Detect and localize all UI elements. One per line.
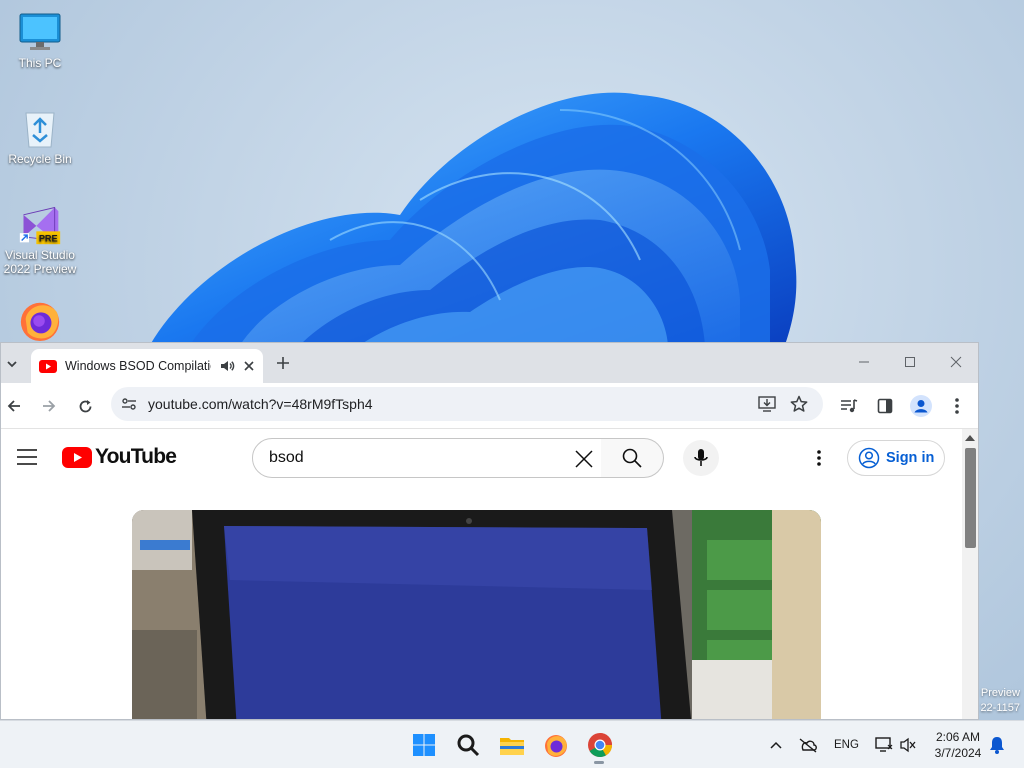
- clear-search-icon[interactable]: [573, 448, 595, 470]
- maximize-icon: [905, 357, 915, 367]
- search-icon: [457, 734, 480, 757]
- scroll-thumb[interactable]: [965, 448, 976, 548]
- youtube-page: YouTube bsod Sign in: [1, 429, 978, 719]
- plus-icon: [277, 357, 289, 369]
- recycle-bin-icon: [18, 106, 62, 150]
- running-app-indicator: [594, 761, 604, 764]
- youtube-search-input[interactable]: bsod: [252, 438, 602, 478]
- notifications-button[interactable]: [987, 735, 1007, 755]
- desktop-icon-label: Recycle Bin: [8, 152, 72, 166]
- youtube-logo-text: YouTube: [95, 445, 177, 468]
- video-player[interactable]: [132, 510, 821, 719]
- close-window-button[interactable]: [941, 351, 971, 373]
- system-clock[interactable]: 2:06 AM 3/7/2024: [928, 729, 988, 761]
- monitor-icon: [18, 10, 62, 54]
- bell-icon: [990, 737, 1004, 754]
- media-controls-icon[interactable]: [837, 394, 861, 418]
- firefox-icon: [18, 298, 62, 342]
- start-button[interactable]: [410, 731, 438, 759]
- maximize-button[interactable]: [895, 351, 925, 373]
- desktop-icon-label: This PC: [18, 56, 62, 70]
- taskbar-search-button[interactable]: [454, 731, 482, 759]
- youtube-logo[interactable]: YouTube: [62, 445, 177, 469]
- speaker-muted-icon: [900, 737, 916, 753]
- minimize-icon: [859, 361, 869, 363]
- sign-in-label: Sign in: [886, 450, 935, 466]
- more-vertical-icon: [817, 450, 821, 466]
- chrome-window[interactable]: Windows BSOD Compilation youtube.com/wat…: [0, 342, 979, 720]
- back-arrow-icon: [7, 400, 20, 412]
- desktop-icon-visual-studio[interactable]: PRE Visual Studio 2022 Preview: [2, 202, 78, 276]
- search-query-text: bsod: [269, 449, 304, 466]
- profile-avatar-icon[interactable]: [909, 394, 933, 418]
- scroll-up-arrow-icon[interactable]: [965, 435, 975, 441]
- tab-search-button[interactable]: [1, 351, 23, 377]
- voice-search-button[interactable]: [683, 440, 719, 476]
- browser-tab-active[interactable]: Windows BSOD Compilation: [31, 349, 263, 383]
- desktop-icon-recycle-bin[interactable]: Recycle Bin: [2, 106, 78, 166]
- desktop-icon-firefox[interactable]: [2, 298, 78, 344]
- side-panel-icon[interactable]: [873, 394, 897, 418]
- start-icon: [413, 734, 435, 756]
- install-app-icon[interactable]: [757, 394, 777, 414]
- clock-time: 2:06 AM: [935, 730, 981, 744]
- browser-menu-icon[interactable]: [945, 394, 969, 418]
- browser-toolbar: youtube.com/watch?v=48rM9fTsph4: [1, 383, 978, 429]
- search-icon: [622, 448, 642, 468]
- minimize-button[interactable]: [849, 351, 879, 373]
- tab-close-icon[interactable]: [243, 360, 255, 372]
- youtube-settings-menu[interactable]: [809, 448, 829, 468]
- account-circle-icon: [858, 447, 880, 469]
- tab-strip: Windows BSOD Compilation: [1, 343, 978, 383]
- network-icon: [875, 737, 893, 752]
- microphone-icon: [694, 449, 708, 466]
- chrome-taskbar-button[interactable]: [586, 731, 614, 764]
- site-info-icon[interactable]: [119, 394, 139, 414]
- sign-in-button[interactable]: Sign in: [847, 440, 945, 476]
- visual-studio-icon: PRE: [18, 202, 62, 246]
- youtube-favicon-icon: [39, 359, 57, 373]
- page-scrollbar[interactable]: [962, 429, 978, 719]
- pre-badge: PRE: [39, 233, 58, 243]
- new-tab-button[interactable]: [271, 351, 295, 375]
- file-explorer-icon: [500, 738, 524, 755]
- cloud-offline-icon: [799, 738, 817, 753]
- hamburger-menu-icon[interactable]: [17, 449, 37, 465]
- os-build-watermark: Preview 22-1157: [980, 687, 1020, 714]
- clock-date: 3/7/2024: [934, 746, 982, 760]
- url-text: youtube.com/watch?v=48rM9fTsph4: [148, 396, 373, 412]
- input-language-indicator[interactable]: ENG: [834, 739, 859, 751]
- file-explorer-button[interactable]: [498, 731, 526, 759]
- show-hidden-icons-button[interactable]: [766, 735, 786, 755]
- onedrive-status-button[interactable]: [798, 735, 818, 755]
- chevron-up-icon: [770, 741, 782, 749]
- forward-arrow-icon: [43, 400, 56, 412]
- desktop-icon-this-pc[interactable]: This PC: [2, 10, 78, 70]
- reload-button[interactable]: [72, 393, 98, 419]
- firefox-taskbar-button[interactable]: [542, 731, 570, 759]
- speaker-icon[interactable]: [219, 359, 235, 373]
- forward-button[interactable]: [36, 393, 62, 419]
- reload-icon: [79, 399, 91, 412]
- firefox-icon: [545, 735, 567, 757]
- youtube-play-logo-icon: [62, 446, 92, 468]
- close-icon: [950, 356, 962, 368]
- video-frame: [132, 510, 821, 719]
- address-bar[interactable]: youtube.com/watch?v=48rM9fTsph4: [111, 387, 823, 421]
- back-button[interactable]: [1, 393, 27, 419]
- bookmark-star-icon[interactable]: [789, 394, 809, 414]
- chrome-icon: [588, 733, 612, 758]
- youtube-search-button[interactable]: [601, 438, 664, 478]
- chevron-down-icon: [7, 361, 17, 368]
- network-button[interactable]: [874, 735, 894, 755]
- volume-button[interactable]: [898, 735, 918, 755]
- taskbar: ENG 2:06 AM 3/7/2024: [0, 720, 1024, 768]
- desktop-icon-label: Visual Studio 2022 Preview: [3, 248, 77, 276]
- tab-title: Windows BSOD Compilation: [65, 359, 211, 373]
